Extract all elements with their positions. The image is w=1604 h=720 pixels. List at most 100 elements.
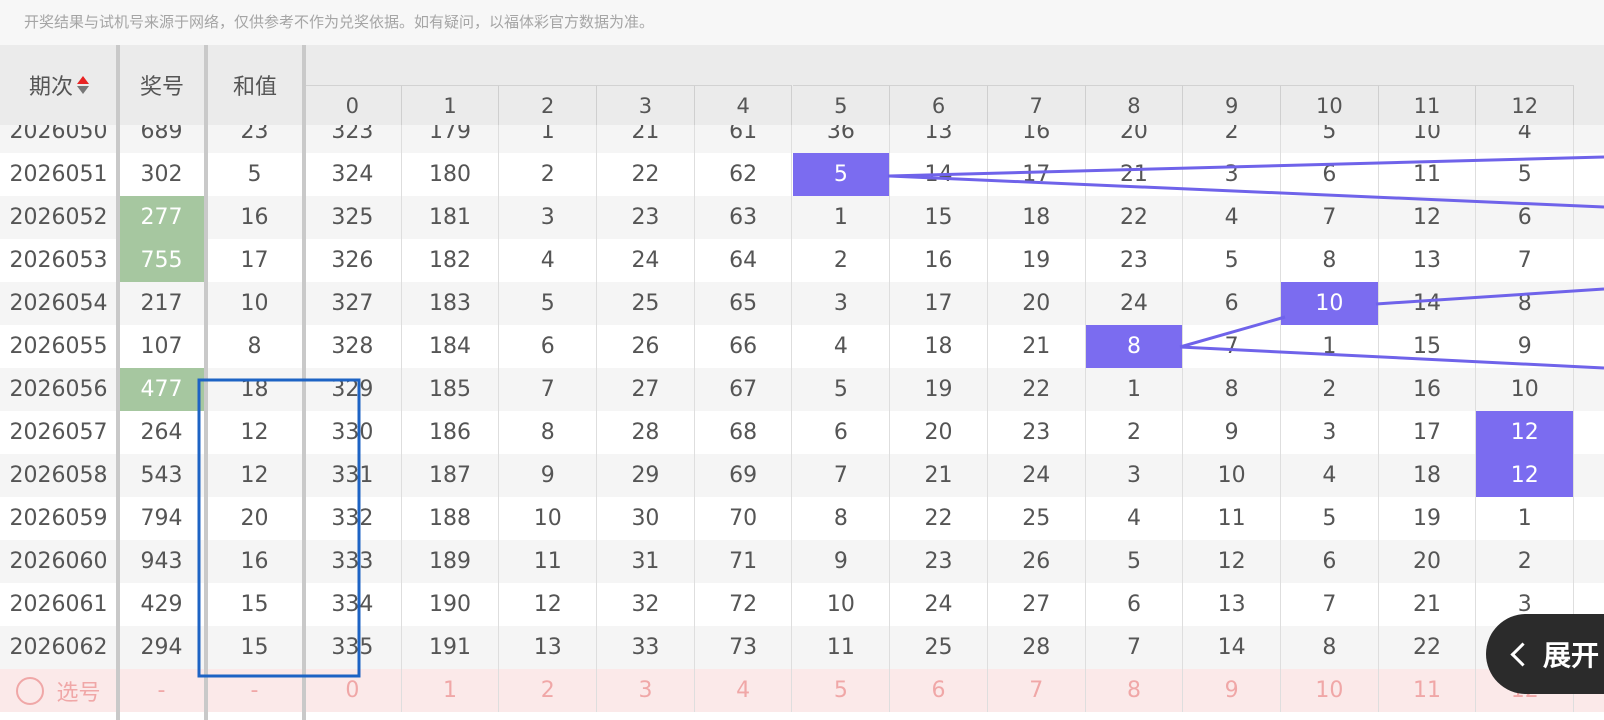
value-cell: 18 — [890, 325, 988, 368]
value-cell: 65 — [695, 282, 793, 325]
header-period[interactable]: 期次 — [0, 45, 118, 125]
select-number-option[interactable]: 2 — [499, 669, 598, 712]
table-row: 2026056 477 18 329 185 7 27 67 5 19 22 1 8 2 16 10 — [0, 368, 1604, 411]
value-cell: 326 — [304, 239, 402, 282]
sum-cell: 12 — [206, 454, 304, 497]
value-cell: 13 — [499, 626, 598, 669]
prize-cell: 794 — [118, 497, 206, 540]
value-cell: 5 — [792, 153, 891, 196]
value-cell: 334 — [304, 583, 402, 626]
value-cell: 2 — [1476, 540, 1575, 583]
header-number-10: 10 — [1281, 85, 1379, 125]
value-cell: 1 — [1281, 325, 1379, 368]
column-divider — [204, 45, 208, 720]
select-number-option[interactable]: 8 — [1086, 669, 1184, 712]
header-prize-label: 奖号 — [139, 75, 184, 100]
value-cell: 70 — [695, 497, 793, 540]
select-number-option[interactable]: 11 — [1379, 669, 1477, 712]
value-cell: 4 — [1281, 454, 1379, 497]
select-number-option[interactable]: 9 — [1183, 669, 1281, 712]
value-cell: 24 — [988, 454, 1086, 497]
value-cell: 19 — [890, 368, 988, 411]
header-number-9: 9 — [1183, 85, 1281, 125]
value-cell: 9 — [793, 540, 891, 583]
header-number-11: 11 — [1378, 85, 1477, 125]
value-cell: 28 — [988, 626, 1086, 669]
value-cell: 328 — [304, 325, 402, 368]
value-cell: 186 — [402, 411, 500, 454]
value-cell: 6 — [1183, 282, 1281, 325]
sum-cell: 15 — [206, 626, 304, 669]
select-number-option[interactable]: 3 — [597, 669, 695, 712]
value-cell: 10 — [1476, 368, 1575, 411]
value-cell: 6 — [1086, 583, 1184, 626]
value-cell: 13 — [1183, 583, 1281, 626]
select-number-option[interactable]: 0 — [304, 669, 402, 712]
header-number-12: 12 — [1476, 85, 1575, 125]
expand-button-label: 展开 — [1543, 639, 1600, 672]
sort-icon[interactable] — [77, 76, 89, 94]
period-cell: 2026059 — [0, 497, 118, 540]
sum-cell: 20 — [206, 497, 304, 540]
sum-cell: 17 — [206, 239, 304, 282]
select-number-option[interactable]: 1 — [402, 669, 500, 712]
period-cell: 2026054 — [0, 282, 118, 325]
table-row: 2026062294153351911333731125287148223 — [0, 626, 1604, 669]
value-cell: 29 — [597, 454, 695, 497]
table-row: 2026054 217 10 327 183 5 25 65 3 17 20 24 6 10 14 8 — [0, 282, 1604, 325]
value-cell: 8 — [499, 411, 598, 454]
value-cell: 4 — [499, 239, 598, 282]
select-number-option[interactable]: 5 — [793, 669, 891, 712]
value-cell: 4 — [1183, 196, 1281, 239]
sum-cell: 15 — [206, 583, 304, 626]
value-cell: 183 — [402, 282, 500, 325]
value-cell: 3 — [1281, 411, 1379, 454]
value-cell: 3 — [1183, 153, 1281, 196]
select-number-row: 选号--0123456789101112 — [0, 669, 1604, 712]
value-cell: 3 — [499, 196, 598, 239]
column-divider — [116, 45, 120, 720]
value-cell: 4 — [793, 325, 891, 368]
value-cell: 27 — [988, 583, 1086, 626]
prize-cell: 217 — [118, 282, 206, 325]
period-cell: 2026060 — [0, 540, 118, 583]
table-row: 2026059 794 20 332 188 10 30 70 8 22 25 4 11 5 19 1 — [0, 497, 1604, 540]
trend-table: 2026050 689 23 323 179 1 21 61 36 13 16 20 2 5 10 4 2026… — [0, 45, 1604, 720]
value-cell: 28 — [597, 411, 695, 454]
expand-button[interactable]: 展开 — [1486, 614, 1604, 694]
value-cell: 27 — [597, 368, 695, 411]
value-cell: 325 — [304, 196, 402, 239]
radio-circle-icon — [16, 676, 45, 705]
header-number-6: 6 — [890, 85, 988, 125]
select-number-option[interactable]: 10 — [1281, 669, 1379, 712]
value-cell: 20 — [890, 411, 988, 454]
select-number-button[interactable]: 选号 — [0, 669, 118, 712]
sum-cell: 10 — [206, 282, 304, 325]
sum-cell: 16 — [206, 196, 304, 239]
value-cell: 15 — [890, 196, 988, 239]
value-cell: 7 — [1281, 583, 1379, 626]
value-cell: 17 — [890, 282, 988, 325]
value-cell: 24 — [1086, 282, 1184, 325]
header-number-1: 1 — [401, 85, 500, 125]
prize-cell: 302 — [118, 153, 206, 196]
select-number-option[interactable]: 4 — [695, 669, 793, 712]
prize-cell: 543 — [118, 454, 206, 497]
value-cell: 10 — [499, 497, 598, 540]
select-number-option[interactable]: 7 — [988, 669, 1086, 712]
value-cell: 5 — [793, 368, 891, 411]
value-cell: 22 — [1086, 196, 1184, 239]
value-cell: 188 — [402, 497, 500, 540]
value-cell: 12 — [1183, 540, 1281, 583]
period-cell: 2026061 — [0, 583, 118, 626]
value-cell: 21 — [890, 454, 988, 497]
select-number-option[interactable]: 6 — [890, 669, 988, 712]
value-cell: 4 — [1086, 497, 1184, 540]
value-cell: 329 — [304, 368, 402, 411]
value-cell: 3 — [793, 282, 891, 325]
value-cell: 26 — [597, 325, 695, 368]
period-cell: 2026058 — [0, 454, 118, 497]
value-cell: 22 — [597, 153, 695, 196]
value-cell: 1 — [1476, 497, 1575, 540]
value-cell: 190 — [402, 583, 500, 626]
